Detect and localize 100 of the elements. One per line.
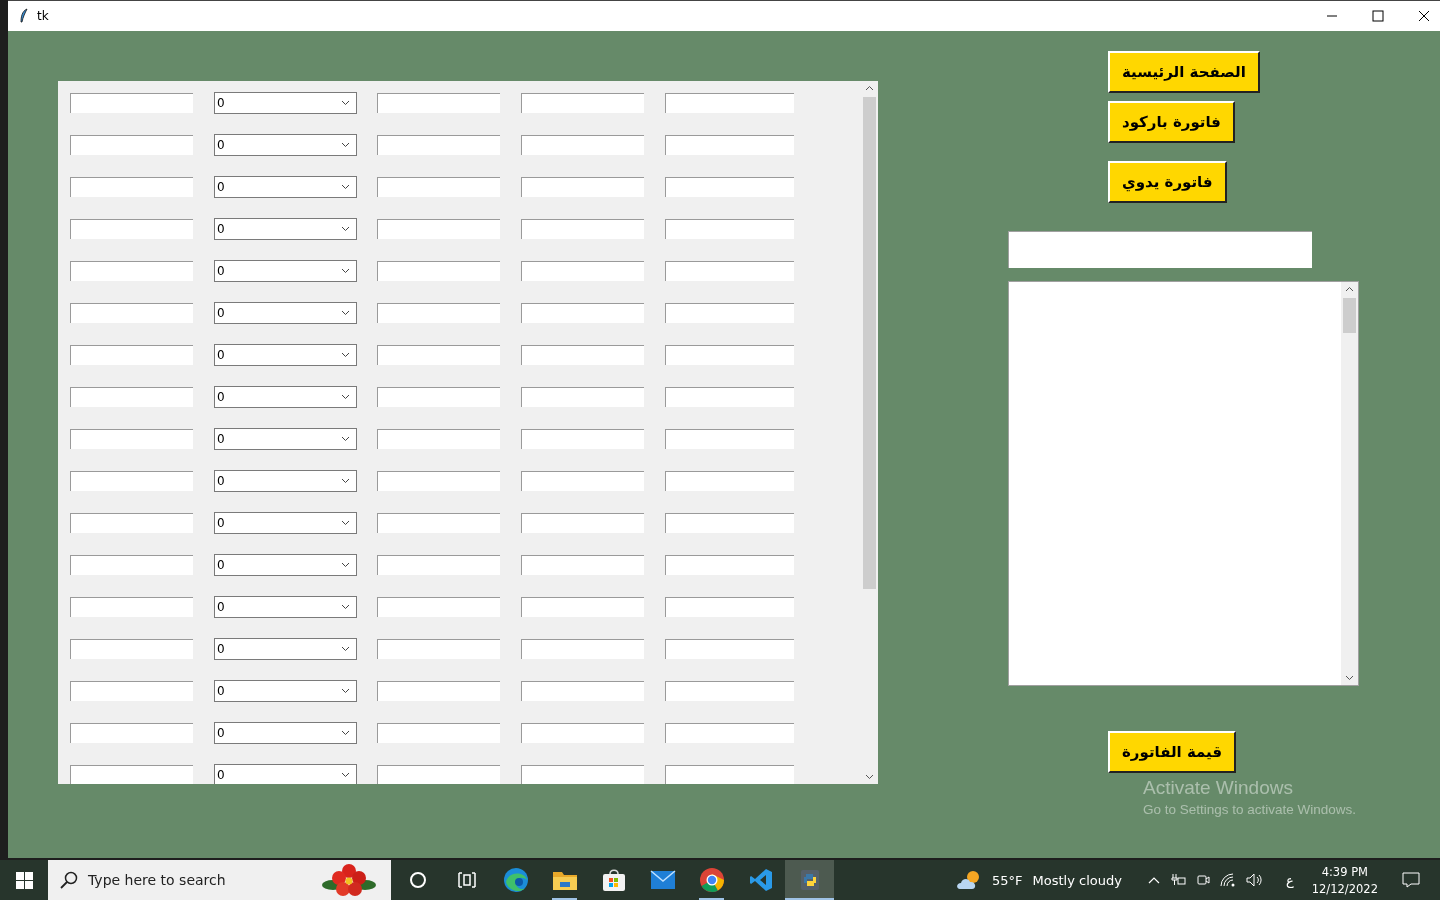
chevron-down-icon[interactable] bbox=[1345, 675, 1354, 681]
text-field[interactable] bbox=[665, 681, 794, 701]
dropdown[interactable]: 0 bbox=[214, 512, 357, 534]
text-field[interactable] bbox=[70, 681, 193, 701]
text-field[interactable] bbox=[521, 513, 644, 533]
text-field[interactable] bbox=[70, 513, 193, 533]
text-field[interactable] bbox=[377, 345, 500, 365]
dropdown[interactable]: 0 bbox=[214, 596, 357, 618]
text-field[interactable] bbox=[521, 387, 644, 407]
dropdown[interactable]: 0 bbox=[214, 218, 357, 240]
search-field[interactable]: Type here to search bbox=[48, 860, 391, 900]
text-field[interactable] bbox=[521, 765, 644, 784]
text-field[interactable] bbox=[521, 471, 644, 491]
text-field[interactable] bbox=[665, 177, 794, 197]
text-field[interactable] bbox=[70, 387, 193, 407]
text-field[interactable] bbox=[665, 429, 794, 449]
text-field[interactable] bbox=[665, 135, 794, 155]
text-field[interactable] bbox=[377, 513, 500, 533]
text-field[interactable] bbox=[377, 219, 500, 239]
text-field[interactable] bbox=[377, 93, 500, 113]
text-field[interactable] bbox=[377, 555, 500, 575]
chevron-up-icon[interactable] bbox=[865, 85, 874, 91]
text-field[interactable] bbox=[70, 219, 193, 239]
close-icon[interactable] bbox=[1418, 10, 1430, 22]
text-field[interactable] bbox=[377, 177, 500, 197]
text-field[interactable] bbox=[377, 429, 500, 449]
text-field[interactable] bbox=[521, 723, 644, 743]
text-field[interactable] bbox=[521, 219, 644, 239]
text-field[interactable] bbox=[521, 555, 644, 575]
dropdown[interactable]: 0 bbox=[214, 680, 357, 702]
text-field[interactable] bbox=[521, 639, 644, 659]
text-field[interactable] bbox=[377, 765, 500, 784]
chevron-down-icon[interactable] bbox=[865, 774, 874, 780]
text-field[interactable] bbox=[377, 387, 500, 407]
text-field[interactable] bbox=[377, 471, 500, 491]
text-field[interactable] bbox=[70, 345, 193, 365]
text-field[interactable] bbox=[70, 429, 193, 449]
invoice-total-button[interactable]: قيمة الفاتورة bbox=[1108, 731, 1237, 773]
text-field[interactable] bbox=[521, 177, 644, 197]
text-field[interactable] bbox=[665, 471, 794, 491]
dropdown[interactable]: 0 bbox=[214, 92, 357, 114]
camera-icon[interactable] bbox=[1195, 872, 1210, 888]
dropdown[interactable]: 0 bbox=[214, 176, 357, 198]
dropdown[interactable]: 0 bbox=[214, 722, 357, 744]
text-field[interactable] bbox=[521, 135, 644, 155]
text-field[interactable] bbox=[70, 303, 193, 323]
text-field[interactable] bbox=[377, 303, 500, 323]
dropdown[interactable]: 0 bbox=[214, 764, 357, 784]
text-field[interactable] bbox=[1008, 231, 1312, 268]
text-field[interactable] bbox=[665, 93, 794, 113]
dropdown[interactable]: 0 bbox=[214, 554, 357, 576]
text-field[interactable] bbox=[377, 681, 500, 701]
nav-button[interactable]: فاتورة يدوي bbox=[1108, 161, 1227, 203]
text-field[interactable] bbox=[70, 135, 193, 155]
dropdown[interactable]: 0 bbox=[214, 386, 357, 408]
scroll-thumb[interactable] bbox=[863, 97, 876, 589]
text-field[interactable] bbox=[665, 555, 794, 575]
text-field[interactable] bbox=[70, 93, 193, 113]
clock[interactable]: 4:39 PM 12/12/2022 bbox=[1311, 864, 1378, 896]
text-field[interactable] bbox=[521, 345, 644, 365]
text-field[interactable] bbox=[521, 261, 644, 281]
text-field[interactable] bbox=[70, 723, 193, 743]
wifi-icon[interactable] bbox=[1219, 873, 1236, 887]
text-field[interactable] bbox=[70, 471, 193, 491]
text-field[interactable] bbox=[665, 387, 794, 407]
text-field[interactable] bbox=[665, 723, 794, 743]
text-field[interactable] bbox=[521, 597, 644, 617]
text-field[interactable] bbox=[521, 429, 644, 449]
text-field[interactable] bbox=[377, 723, 500, 743]
text-field[interactable] bbox=[70, 597, 193, 617]
text-field[interactable] bbox=[521, 303, 644, 323]
dropdown[interactable]: 0 bbox=[214, 470, 357, 492]
dropdown[interactable]: 0 bbox=[214, 344, 357, 366]
dropdown[interactable]: 0 bbox=[214, 638, 357, 660]
text-field[interactable] bbox=[665, 261, 794, 281]
text-field[interactable] bbox=[70, 555, 193, 575]
text-field[interactable] bbox=[377, 261, 500, 281]
dropdown[interactable]: 0 bbox=[214, 134, 357, 156]
text-field[interactable] bbox=[70, 177, 193, 197]
text-field[interactable] bbox=[665, 303, 794, 323]
nav-button[interactable]: الصفحة الرئيسية bbox=[1108, 51, 1260, 93]
language-indicator[interactable]: ع bbox=[1285, 872, 1294, 888]
text-field[interactable] bbox=[70, 639, 193, 659]
scrollbar[interactable] bbox=[1341, 282, 1358, 685]
text-field[interactable] bbox=[377, 639, 500, 659]
text-field[interactable] bbox=[377, 135, 500, 155]
maximize-icon[interactable] bbox=[1372, 10, 1384, 22]
battery-icon[interactable] bbox=[1169, 873, 1186, 887]
chevron-up-icon[interactable] bbox=[1345, 286, 1354, 292]
text-field[interactable] bbox=[665, 513, 794, 533]
text-field[interactable] bbox=[665, 765, 794, 784]
text-field[interactable] bbox=[665, 219, 794, 239]
text-field[interactable] bbox=[521, 681, 644, 701]
text-field[interactable] bbox=[377, 597, 500, 617]
text-field[interactable] bbox=[70, 261, 193, 281]
notification-icon[interactable] bbox=[1402, 872, 1420, 888]
dropdown[interactable]: 0 bbox=[214, 260, 357, 282]
dropdown[interactable]: 0 bbox=[214, 428, 357, 450]
text-field[interactable] bbox=[665, 597, 794, 617]
nav-button[interactable]: فاتورة باركود bbox=[1108, 101, 1235, 143]
